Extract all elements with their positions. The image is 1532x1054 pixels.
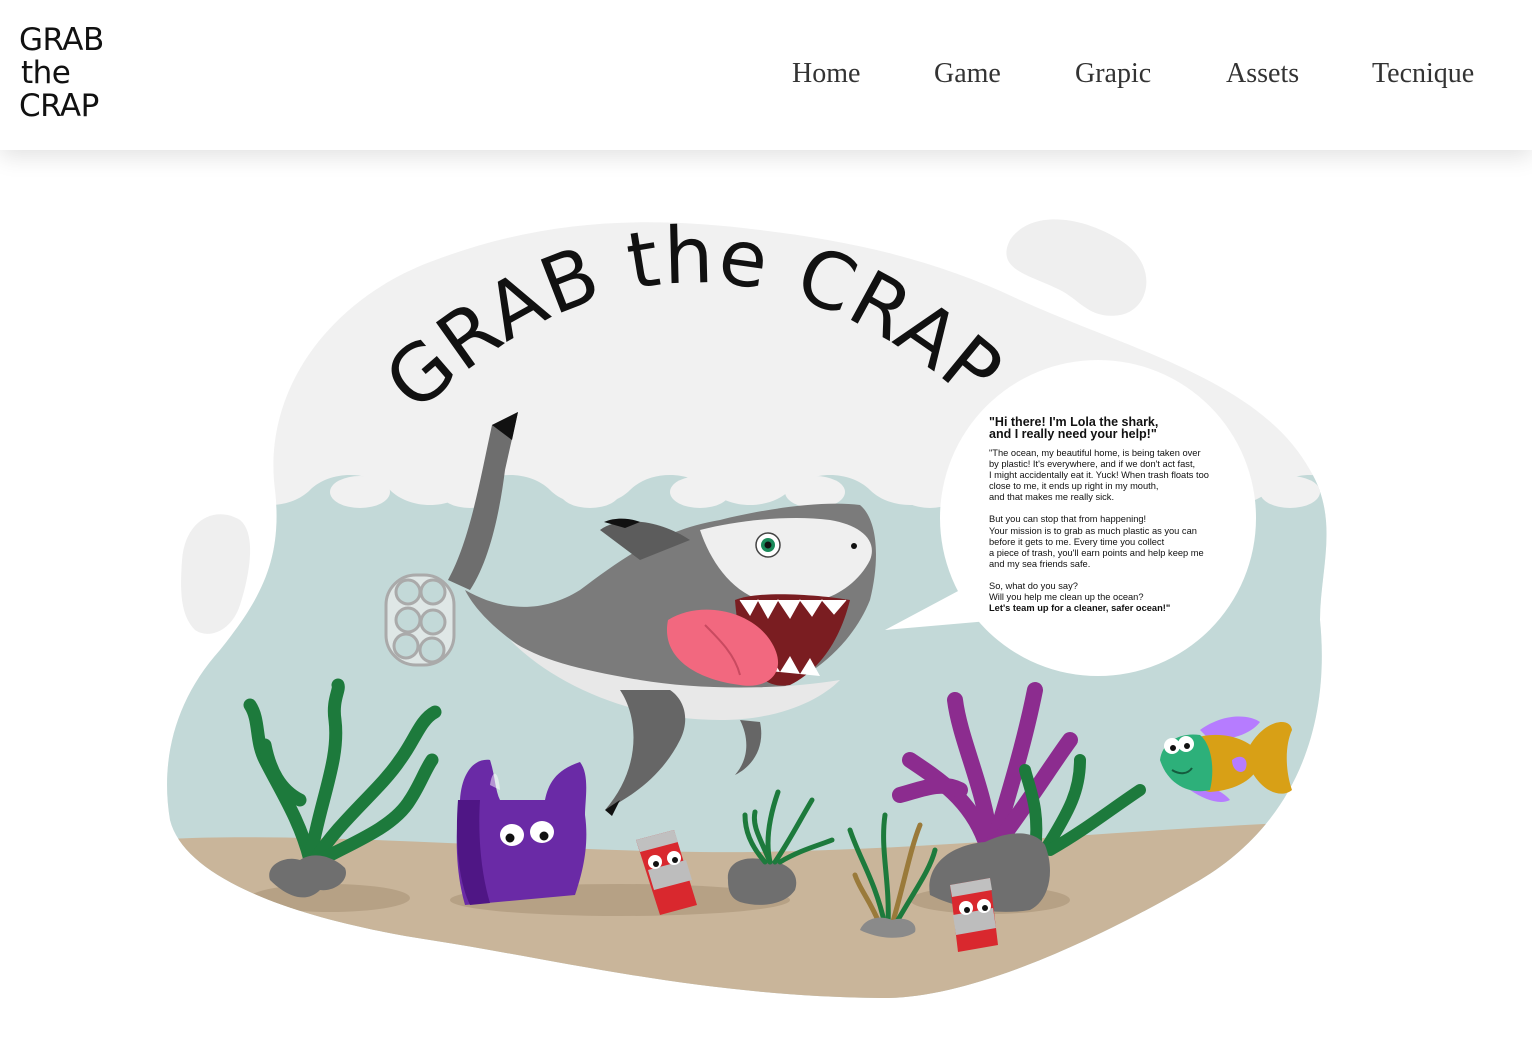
speech-intro-line: and I really need your help!" [989, 427, 1157, 441]
speech-intro: "Hi there! I'm Lola the shark, and I rea… [989, 416, 1249, 441]
floating-blob-right [1006, 219, 1147, 316]
main-nav: Home Game Grapic Assets Tecnique [0, 58, 1532, 98]
nav-link-assets[interactable]: Assets [1226, 58, 1299, 90]
speech-bubble-text: "Hi there! I'm Lola the shark, and I rea… [989, 416, 1249, 625]
nav-link-grapic[interactable]: Grapic [1075, 58, 1151, 90]
speech-line: "The ocean, my beautiful home, is being … [989, 448, 1201, 458]
nav-link-home[interactable]: Home [792, 58, 860, 90]
six-pack-ring [384, 573, 456, 667]
speech-line: Will you help me clean up the ocean? [989, 592, 1144, 603]
speech-line: a piece of trash, you'll earn points and… [989, 547, 1204, 558]
speech-line: But you can stop that from happening! [989, 514, 1147, 525]
site-header: GRAB the CRAP Home Game Grapic Assets Te… [0, 0, 1532, 150]
soda-can-character [950, 878, 998, 952]
logo-line-grab: GRAB [19, 22, 104, 58]
speech-paragraph-1: "The ocean, my beautiful home, is being … [989, 448, 1249, 503]
speech-line: Your mission is to grab as much plastic … [989, 525, 1197, 536]
nav-link-game[interactable]: Game [934, 58, 1001, 90]
speech-paragraph-2: But you can stop that from happening! Yo… [989, 514, 1249, 569]
speech-line: and that makes me really sick. [989, 492, 1115, 503]
speech-line: So, what do you say? [989, 580, 1078, 591]
speech-line: before it gets to me. Every time you col… [989, 536, 1165, 547]
speech-line: I might accidentally eat it. Yuck! When … [989, 470, 1209, 481]
floating-blob-left [181, 514, 251, 634]
speech-line: close to me, it ends up right in my mout… [989, 481, 1159, 492]
speech-paragraph-3: So, what do you say? Will you help me cl… [989, 581, 1249, 614]
speech-line: by plastic! It's everywhere, and if we d… [989, 459, 1196, 470]
hero-illustration: GRAB the CRAP [167, 211, 1327, 999]
speech-closing: Let's team up for a cleaner, safer ocean… [989, 603, 1171, 614]
nav-link-tecnique[interactable]: Tecnique [1372, 58, 1474, 90]
speech-line: and my sea friends safe. [989, 558, 1091, 569]
